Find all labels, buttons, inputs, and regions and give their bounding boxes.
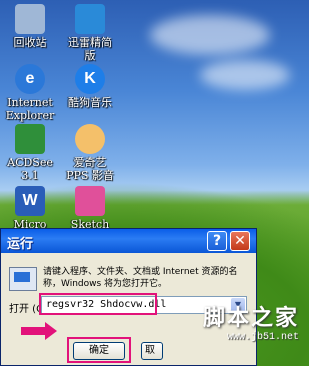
watermark-title: 脚本之家 (202, 305, 299, 331)
cloud (200, 60, 290, 90)
desktop-icon-pps[interactable]: 爱奇艺 PPS 影音 (60, 124, 120, 182)
close-button[interactable]: ✕ (230, 231, 250, 251)
word-glyph: W (22, 192, 38, 209)
input-highlight-box (39, 293, 157, 315)
xunlei-bird-icon (75, 4, 105, 34)
sketch-icon (75, 186, 105, 216)
run-dialog: 运行 ? ✕ 请键入程序、文件夹、文档或 Internet 资源的名称，Wind… (0, 228, 257, 366)
watermark-url: www.jb51.net (226, 332, 299, 343)
desktop-icon-ie[interactable]: e Internet Explorer (0, 64, 60, 122)
desktop-icon-sketch[interactable]: Sketch (60, 186, 120, 231)
dialog-title: 运行 (7, 237, 34, 252)
ok-button[interactable]: 确定 (73, 342, 125, 360)
desktop-icon-label: 爱奇艺 PPS 影音 (66, 156, 114, 182)
run-icon (9, 267, 37, 291)
run-description: 请键入程序、文件夹、文档或 Internet 资源的名称，Windows 将为您… (43, 267, 238, 289)
desktop-icon-label: 酷狗音乐 (68, 96, 112, 109)
word-icon: W (15, 186, 45, 216)
desktop-icon-label: ACDSee 3.1 (7, 156, 53, 182)
desktop-icon-label: Internet Explorer (5, 96, 55, 122)
desktop-icon-acdsee[interactable]: ACDSee 3.1 (0, 124, 60, 182)
internet-explorer-icon: e (15, 64, 45, 94)
desktop-icon-recycle-bin[interactable]: 回收站 (0, 4, 60, 49)
acdsee-eye-icon (15, 124, 45, 154)
help-button[interactable]: ? (207, 231, 227, 251)
watermark: 脚本之家 www.jb51.net (203, 300, 299, 343)
recycle-bin-icon (15, 4, 45, 34)
desktop-icon-xunlei[interactable]: 迅雷精简 版 (60, 4, 120, 62)
desktop-icon-word[interactable]: W Micro (0, 186, 60, 231)
pps-face-icon (75, 124, 105, 154)
cancel-button[interactable]: 取 (141, 342, 163, 360)
desktop-icon-label: 回收站 (13, 36, 47, 49)
desktop: 回收站 迅雷精简 版 e Internet Explorer K 酷狗音乐 AC… (0, 0, 309, 366)
cloud (150, 15, 270, 55)
desktop-icon-label: 迅雷精简 版 (68, 36, 112, 62)
pointer-arrow-icon (21, 322, 57, 340)
title-bar[interactable]: 运行 ? ✕ (1, 229, 256, 253)
ie-glyph: e (25, 70, 35, 87)
kugou-k-icon: K (75, 64, 105, 94)
desktop-icon-kugou[interactable]: K 酷狗音乐 (60, 64, 120, 109)
kugou-glyph: K (84, 70, 96, 87)
